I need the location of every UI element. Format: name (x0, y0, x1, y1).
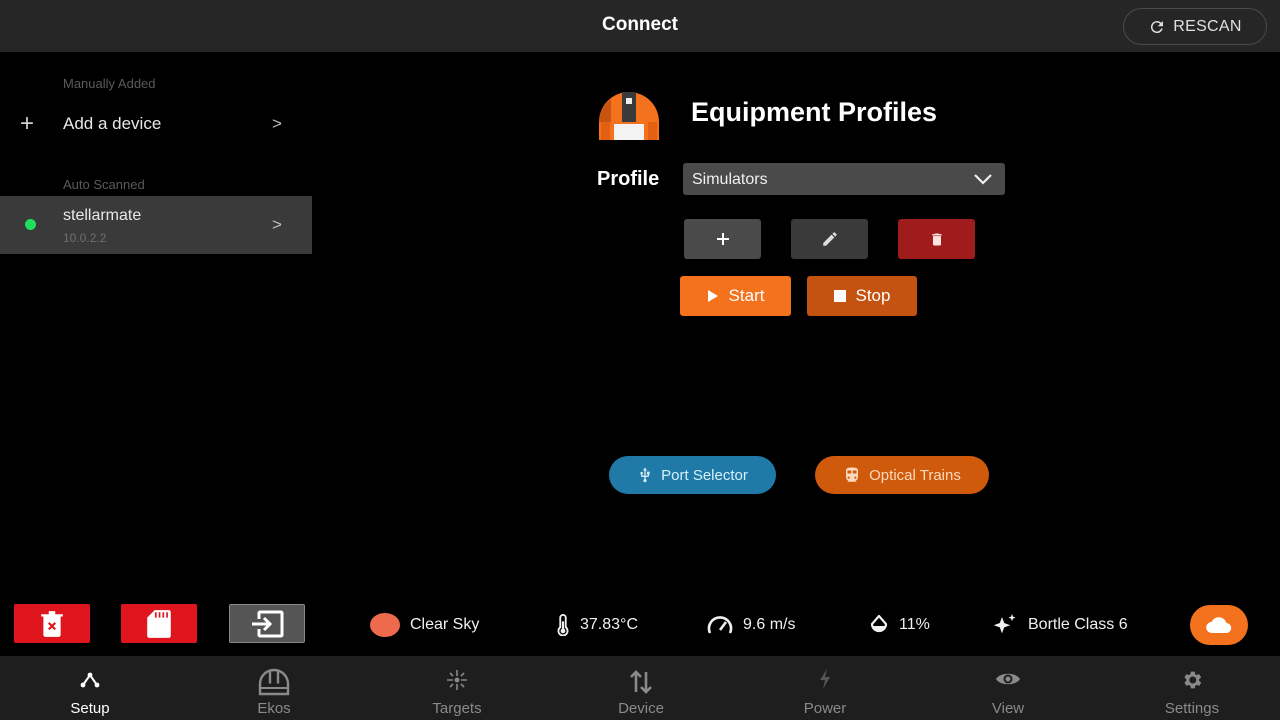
edit-profile-button[interactable] (791, 219, 868, 259)
humidity-status: 11% (869, 612, 930, 638)
stop-label: Stop (855, 286, 891, 305)
add-device-row[interactable]: + Add a device > (0, 100, 312, 148)
chevron-right-icon: > (272, 215, 282, 234)
temperature-status: 37.83°C (556, 612, 638, 638)
play-icon (707, 290, 718, 302)
cloud-icon (1206, 617, 1232, 634)
bortle-status: Bortle Class 6 (992, 612, 1128, 638)
plus-icon: + (20, 110, 35, 137)
nav-label: Device (618, 700, 664, 717)
pencil-icon (822, 232, 837, 246)
device-name: stellarmate (63, 207, 142, 224)
humidity-value: 11% (899, 616, 930, 633)
sky-status: Clear Sky (370, 612, 479, 638)
device-icon (630, 670, 652, 694)
trash-x-icon (41, 610, 63, 637)
exit-icon (252, 610, 284, 637)
rescan-button[interactable]: RESCAN (1123, 8, 1267, 45)
humidity-drop-icon (870, 615, 888, 633)
wind-value: 9.6 m/s (743, 616, 796, 633)
manual-section-label: Manually Added (63, 76, 156, 91)
power-icon (820, 669, 830, 689)
exit-button[interactable] (229, 604, 305, 643)
app-root: Connect RESCAN Manually Added + Add a de… (0, 0, 1280, 720)
refresh-icon (1151, 20, 1164, 33)
train-icon (846, 467, 859, 482)
add-profile-button[interactable] (684, 219, 761, 259)
device-ip: 10.0.2.2 (63, 231, 107, 245)
sd-card-button[interactable] (121, 604, 197, 643)
nav-label: Targets (432, 700, 482, 717)
setup-icon (80, 672, 100, 688)
sky-label: Clear Sky (410, 616, 480, 633)
thermometer-icon (557, 614, 569, 636)
stop-button[interactable]: Stop (807, 276, 917, 316)
eye-icon (996, 673, 1020, 685)
clear-logs-button[interactable] (14, 604, 90, 643)
wind-status: 9.6 m/s (707, 612, 795, 638)
observatory-logo-icon (599, 92, 659, 140)
profile-select-value: Simulators (692, 171, 768, 188)
port-selector-button[interactable]: Port Selector (609, 456, 776, 494)
nav-power[interactable]: Power (765, 656, 885, 720)
nav-label: View (991, 700, 1025, 717)
observatory-icon (258, 668, 290, 696)
usb-icon (640, 467, 650, 483)
top-bar: Connect RESCAN (0, 0, 1280, 52)
add-device-label: Add a device (63, 114, 162, 133)
sd-card-icon (147, 609, 171, 638)
page-title: Connect (602, 14, 678, 35)
nav-view[interactable]: View (948, 656, 1068, 720)
nav-ekos[interactable]: Ekos (214, 656, 334, 720)
speedometer-icon (707, 616, 733, 634)
sky-indicator (370, 613, 400, 637)
plus-icon (716, 233, 729, 245)
rescan-label: RESCAN (1173, 17, 1242, 35)
equipment-profiles-title: Equipment Profiles (691, 97, 938, 127)
cloud-button[interactable] (1190, 605, 1248, 645)
nav-label: Ekos (257, 700, 291, 717)
stop-icon (833, 290, 846, 302)
targets-icon (447, 670, 467, 690)
nav-setup[interactable]: Setup (30, 656, 150, 720)
profile-select[interactable]: Simulators (683, 163, 1005, 195)
nav-label: Setup (70, 700, 110, 717)
sparkle-icon (993, 614, 1016, 634)
nav-label: Power (803, 700, 847, 717)
nav-label: Settings (1164, 700, 1220, 717)
trash-icon (931, 233, 942, 245)
profile-label: Profile (597, 168, 660, 190)
nav-settings[interactable]: Settings (1132, 656, 1252, 720)
start-label: Start (728, 286, 765, 305)
optical-trains-label: Optical Trains (869, 466, 961, 484)
nav-targets[interactable]: Targets (397, 656, 517, 720)
chevron-right-icon: > (272, 114, 282, 133)
chevron-down-icon (974, 174, 992, 185)
optical-trains-button[interactable]: Optical Trains (815, 456, 989, 494)
gear-icon (1184, 671, 1202, 689)
start-button[interactable]: Start (680, 276, 791, 316)
bortle-value: Bortle Class 6 (1028, 616, 1128, 633)
temperature-value: 37.83°C (580, 616, 638, 633)
delete-profile-button[interactable] (898, 219, 975, 259)
device-item-stellarmate[interactable]: stellarmate 10.0.2.2 > (0, 196, 312, 254)
online-status-dot (25, 219, 36, 230)
bottom-nav: Setup Ekos Targets Device Power View Set… (0, 656, 1280, 720)
auto-section-label: Auto Scanned (63, 177, 145, 192)
nav-device[interactable]: Device (581, 656, 701, 720)
port-selector-label: Port Selector (661, 466, 748, 484)
